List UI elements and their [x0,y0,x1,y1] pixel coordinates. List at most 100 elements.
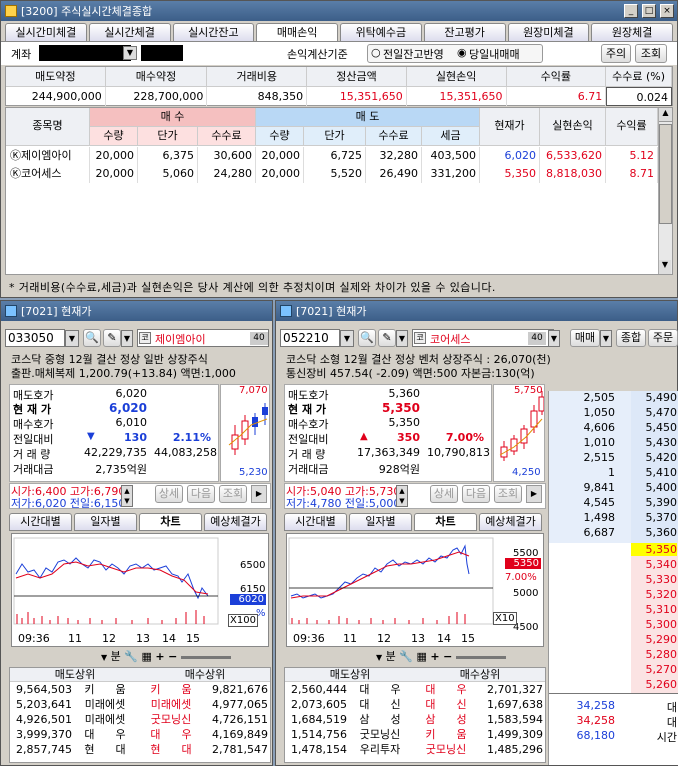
sell-volume: 3,999,370 [16,728,72,741]
summary-header: 매도약정 [6,67,106,87]
stock-code-input[interactable]: 033050 [5,329,65,347]
broker-row[interactable]: 2,073,605 대 신 대 신 1,697,638 [285,697,545,712]
sell-broker: 현 대 [84,743,126,756]
tab-chart[interactable]: 차트 [139,513,202,531]
scroll-thumb[interactable] [659,124,672,224]
broker-row[interactable]: 3,999,370 대 우 대 우 4,169,849 [10,727,270,742]
zoom-tag[interactable]: X10 [493,612,517,625]
dropdown-icon[interactable]: ▼ [376,653,382,662]
zoom-out-icon[interactable]: − [168,650,177,663]
broker-row[interactable]: 2,560,444 대 우 대 우 2,701,327 [285,682,545,697]
tab-deposit[interactable]: 위탁예수금 [340,23,422,41]
search-icon[interactable]: 🔍 [358,329,376,347]
tab-realtime-unfilled[interactable]: 실시간미체결 [5,23,87,41]
tab-time[interactable]: 시간대별 [284,513,347,531]
tool-icon[interactable]: 🔧 [399,650,413,663]
code-dropdown-icon[interactable]: ▼ [65,330,79,347]
sell-price: 5,520 [304,165,366,183]
tool-icon[interactable]: 🔧 [124,650,138,663]
bid-label: 매수호가 [13,418,54,431]
buy-broker: 굿모닝신 [425,743,467,756]
tab-trading-pnl[interactable]: 매매손익 [256,23,338,41]
zoom-out-icon[interactable]: − [443,650,452,663]
broker-row[interactable]: 5,203,641 미래에셋 미래에셋 4,977,065 [10,697,270,712]
dropdown-icon[interactable]: ▼ [101,653,107,662]
query-button[interactable]: 조회 [635,44,667,63]
notice-button[interactable]: 주의 [601,44,631,63]
sell-top-header: 매도상위 [54,668,96,681]
table-row[interactable]: Ⓚ제이엠아이 20,000 6,375 30,600 20,000 6,725 … [6,147,658,165]
change-pct: 7.00% [445,431,484,444]
tab-time[interactable]: 시간대별 [9,513,72,531]
volume-label: 거 래 량 [288,448,326,461]
memo-dropdown-icon[interactable]: ▼ [396,330,408,347]
left-nav-arrows[interactable]: ▲ ▼ [121,485,133,507]
trade-dropdown-icon[interactable]: ▼ [600,330,612,347]
total-button[interactable]: 종합 [616,329,646,347]
broker-row[interactable]: 1,478,154 우리투자 굿모닝신 1,485,296 [285,742,545,757]
broker-row[interactable]: 9,564,503 키 움 키 움 9,821,676 [10,682,270,697]
minute-label: 분 [385,650,396,663]
ask-price: 5,420 [645,451,678,464]
query-button[interactable]: 조회 [219,485,247,503]
close-icon[interactable]: × [660,4,674,18]
stock-code-input[interactable]: 052210 [280,329,340,347]
left-title: [7021] 현재가 [21,305,92,318]
tab-ledger-unfilled[interactable]: 원장미체결 [507,23,590,41]
scroll-up-icon[interactable]: ▲ [659,108,672,122]
zoom-slider[interactable] [180,655,231,659]
tab-expected[interactable]: 예상체결가 [204,513,267,531]
right-nav-arrows[interactable]: ▲ ▼ [396,485,408,507]
sell-top-header: 매도상위 [329,668,371,681]
memo-dropdown-icon[interactable]: ▼ [121,330,133,347]
grid-icon[interactable]: ▦ [416,650,426,663]
x-label: 12 [102,632,116,645]
tab-daily[interactable]: 일자별 [74,513,137,531]
grid-icon[interactable]: ▦ [141,650,151,663]
broker-row[interactable]: 4,926,501 미래에셋 굿모닝신 4,726,151 [10,712,270,727]
name-dropdown-icon[interactable]: ▼ [548,330,560,347]
col-header-price: 단가 [138,127,198,146]
broker-row[interactable]: 1,514,756 굿모닝신 키 움 1,499,309 [285,727,545,742]
fee-rate-input[interactable]: 0.024 [606,87,673,106]
zoom-in-icon[interactable]: + [155,650,164,663]
tab-realtime-balance[interactable]: 실시간잔고 [172,23,255,41]
buy-broker: 굿모닝신 [150,713,192,726]
tab-balance-eval[interactable]: 잔고평가 [423,23,506,41]
minimize-icon[interactable]: _ [624,4,638,18]
zoom-in-icon[interactable]: + [430,650,439,663]
memo-icon[interactable]: ✎ [378,329,396,347]
ask-qty: 1,050 [583,406,616,419]
order-button[interactable]: 주문 [648,329,678,347]
query-button[interactable]: 조회 [494,485,522,503]
memo-icon[interactable]: ✎ [103,329,121,347]
trade-button[interactable]: 매매 [570,329,600,347]
broker-row[interactable]: 1,684,519 삼 성 삼 성 1,583,594 [285,712,545,727]
code-dropdown-icon[interactable]: ▼ [340,330,354,347]
tab-ledger-filled[interactable]: 원장체결 [591,23,673,41]
detail-button[interactable]: 상세 [430,485,458,503]
zoom-tag[interactable]: X100 [228,614,258,627]
maximize-icon[interactable]: □ [642,4,656,18]
broker-row[interactable]: 2,857,745 현 대 현 대 2,781,547 [10,742,270,757]
tab-realtime-filled[interactable]: 실시간체결 [88,23,171,41]
radio-prev-balance[interactable]: ○ [371,46,381,59]
grid-scrollbar[interactable]: ▲ ▼ [658,108,672,274]
detail-button[interactable]: 상세 [155,485,183,503]
right-more-icon[interactable]: ▶ [526,485,542,503]
next-button[interactable]: 다음 [187,485,215,503]
scroll-down-icon[interactable]: ▼ [659,260,671,274]
left-more-icon[interactable]: ▶ [251,485,267,503]
account-dropdown-icon[interactable]: ▼ [123,46,137,60]
tab-expected[interactable]: 예상체결가 [479,513,542,531]
buy-top-header: 매수상위 [184,668,226,681]
next-button[interactable]: 다음 [462,485,490,503]
radio-today-trade[interactable]: ◉ [457,46,467,59]
amount-label: 거래대금 [13,463,54,476]
search-icon[interactable]: 🔍 [83,329,101,347]
tab-chart[interactable]: 차트 [414,513,477,531]
zoom-slider[interactable] [455,655,506,659]
tab-daily[interactable]: 일자별 [349,513,412,531]
table-row[interactable]: Ⓚ코어세스 20,000 5,060 24,280 20,000 5,520 2… [6,165,658,183]
account-field[interactable] [39,45,131,61]
